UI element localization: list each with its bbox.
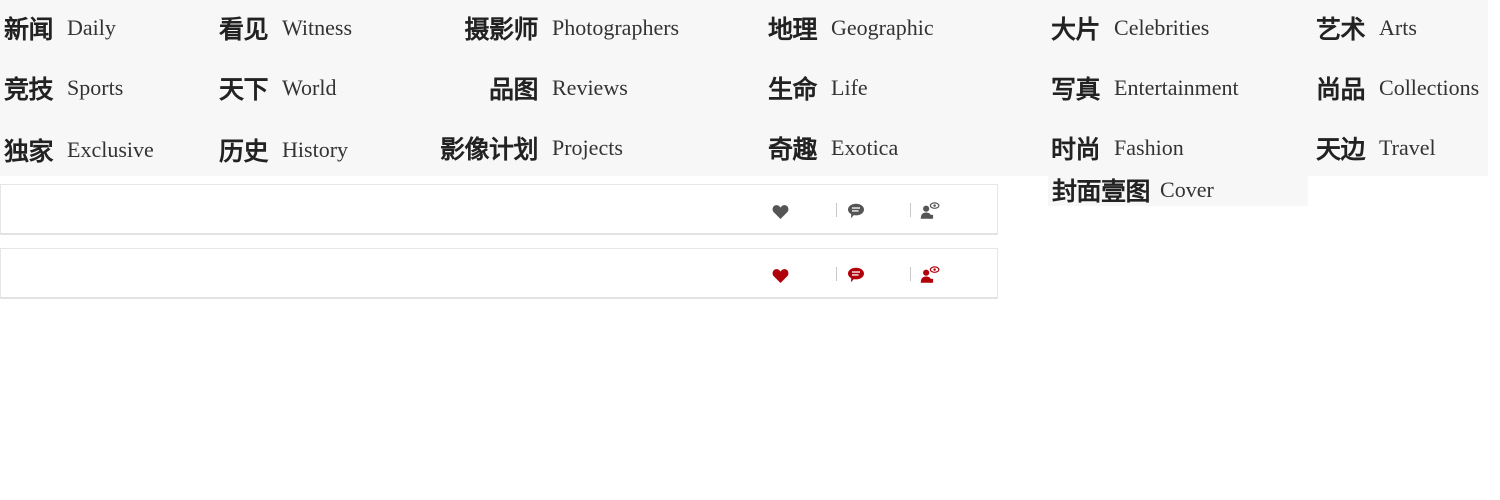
nav-item-en: Projects — [552, 135, 623, 160]
viewers-button[interactable] — [920, 201, 940, 221]
nav-item-witness[interactable]: 看见 Witness — [219, 8, 352, 48]
nav-item-zh: 封面壹图 — [1052, 177, 1151, 206]
viewer-icon — [920, 266, 940, 283]
nav-item-en: World — [282, 75, 337, 100]
nav-item-life[interactable]: 生命 Life — [768, 68, 868, 108]
nav-item-zh: 天边 — [1316, 135, 1366, 164]
action-bar-default — [0, 184, 998, 235]
nav-item-zh: 尚品 — [1316, 75, 1366, 104]
like-button[interactable] — [770, 265, 790, 285]
divider — [836, 267, 837, 281]
nav-item-daily[interactable]: 新闻 Daily — [4, 8, 116, 48]
nav-item-en: Fashion — [1114, 135, 1184, 160]
nav-item-photographers[interactable]: 摄影师 Photographers — [420, 8, 679, 48]
nav-item-en: Reviews — [552, 75, 628, 100]
divider — [910, 203, 911, 217]
nav-item-entertainment[interactable]: 写真 Entertainment — [1051, 68, 1239, 108]
heart-icon — [772, 204, 788, 219]
nav-item-en: Cover — [1160, 177, 1214, 202]
nav-item-history[interactable]: 历史 History — [219, 130, 348, 170]
nav-item-en: Geographic — [831, 15, 934, 40]
comment-button[interactable] — [846, 265, 866, 285]
comment-icon — [848, 267, 864, 283]
nav-menu: 新闻 Daily 竞技 Sports 独家 Exclusive 看见 Witne… — [0, 0, 1488, 176]
nav-item-geographic[interactable]: 地理 Geographic — [768, 8, 934, 48]
nav-item-travel[interactable]: 天边 Travel — [1316, 128, 1436, 168]
nav-item-zh: 看见 — [219, 15, 269, 44]
nav-item-en: History — [282, 137, 349, 162]
nav-item-en: Exotica — [831, 135, 899, 160]
nav-item-celebrities[interactable]: 大片 Celebrities — [1051, 8, 1209, 48]
nav-item-zh: 独家 — [4, 137, 54, 166]
nav-item-zh: 写真 — [1051, 75, 1101, 104]
viewer-icon — [920, 202, 940, 219]
nav-item-en: Photographers — [552, 15, 680, 40]
nav-item-zh: 新闻 — [4, 15, 54, 44]
nav-item-exclusive[interactable]: 独家 Exclusive — [4, 130, 154, 170]
divider — [910, 267, 911, 281]
nav-item-en: Travel — [1379, 135, 1436, 160]
nav-item-zh: 摄影师 — [464, 15, 538, 44]
nav-item-cover[interactable]: 封面壹图 Cover — [1052, 172, 1214, 208]
action-bar-active — [0, 248, 998, 299]
nav-item-zh: 奇趣 — [768, 135, 818, 164]
nav-item-en: Witness — [282, 15, 353, 40]
nav-item-zh: 大片 — [1051, 15, 1101, 44]
nav-item-zh: 地理 — [768, 15, 818, 44]
like-button[interactable] — [770, 201, 790, 221]
nav-item-en: Daily — [67, 15, 116, 40]
viewers-button[interactable] — [920, 265, 940, 285]
nav-item-projects[interactable]: 影像计划 Projects — [420, 128, 623, 168]
nav-item-reviews[interactable]: 品图 Reviews — [420, 68, 628, 108]
divider — [836, 203, 837, 217]
nav-item-en: Exclusive — [67, 137, 154, 162]
comment-icon — [848, 203, 864, 219]
nav-item-zh: 品图 — [488, 75, 539, 104]
nav-item-zh: 天下 — [219, 75, 269, 104]
nav-item-world[interactable]: 天下 World — [219, 68, 336, 108]
cover-box: 封面壹图 Cover — [1048, 176, 1308, 206]
heart-icon — [772, 268, 788, 283]
nav-item-en: Entertainment — [1114, 75, 1239, 100]
nav-item-zh: 生命 — [768, 75, 818, 104]
nav-item-collections[interactable]: 尚品 Collections — [1316, 68, 1479, 108]
nav-item-en: Celebrities — [1114, 15, 1210, 40]
nav-item-zh: 艺术 — [1316, 15, 1366, 44]
nav-item-zh: 时尚 — [1051, 135, 1101, 164]
nav-item-sports[interactable]: 竞技 Sports — [4, 68, 123, 108]
nav-item-en: Life — [831, 75, 868, 100]
nav-item-exotica[interactable]: 奇趣 Exotica — [768, 128, 898, 168]
nav-item-en: Sports — [67, 75, 124, 100]
nav-item-arts[interactable]: 艺术 Arts — [1316, 8, 1417, 48]
nav-item-en: Arts — [1379, 15, 1417, 40]
nav-item-zh: 历史 — [219, 137, 269, 166]
nav-item-zh: 竞技 — [4, 75, 54, 104]
nav-item-zh: 影像计划 — [439, 135, 539, 164]
nav-item-fashion[interactable]: 时尚 Fashion — [1051, 128, 1184, 168]
comment-button[interactable] — [846, 201, 866, 221]
nav-item-en: Collections — [1379, 75, 1480, 100]
